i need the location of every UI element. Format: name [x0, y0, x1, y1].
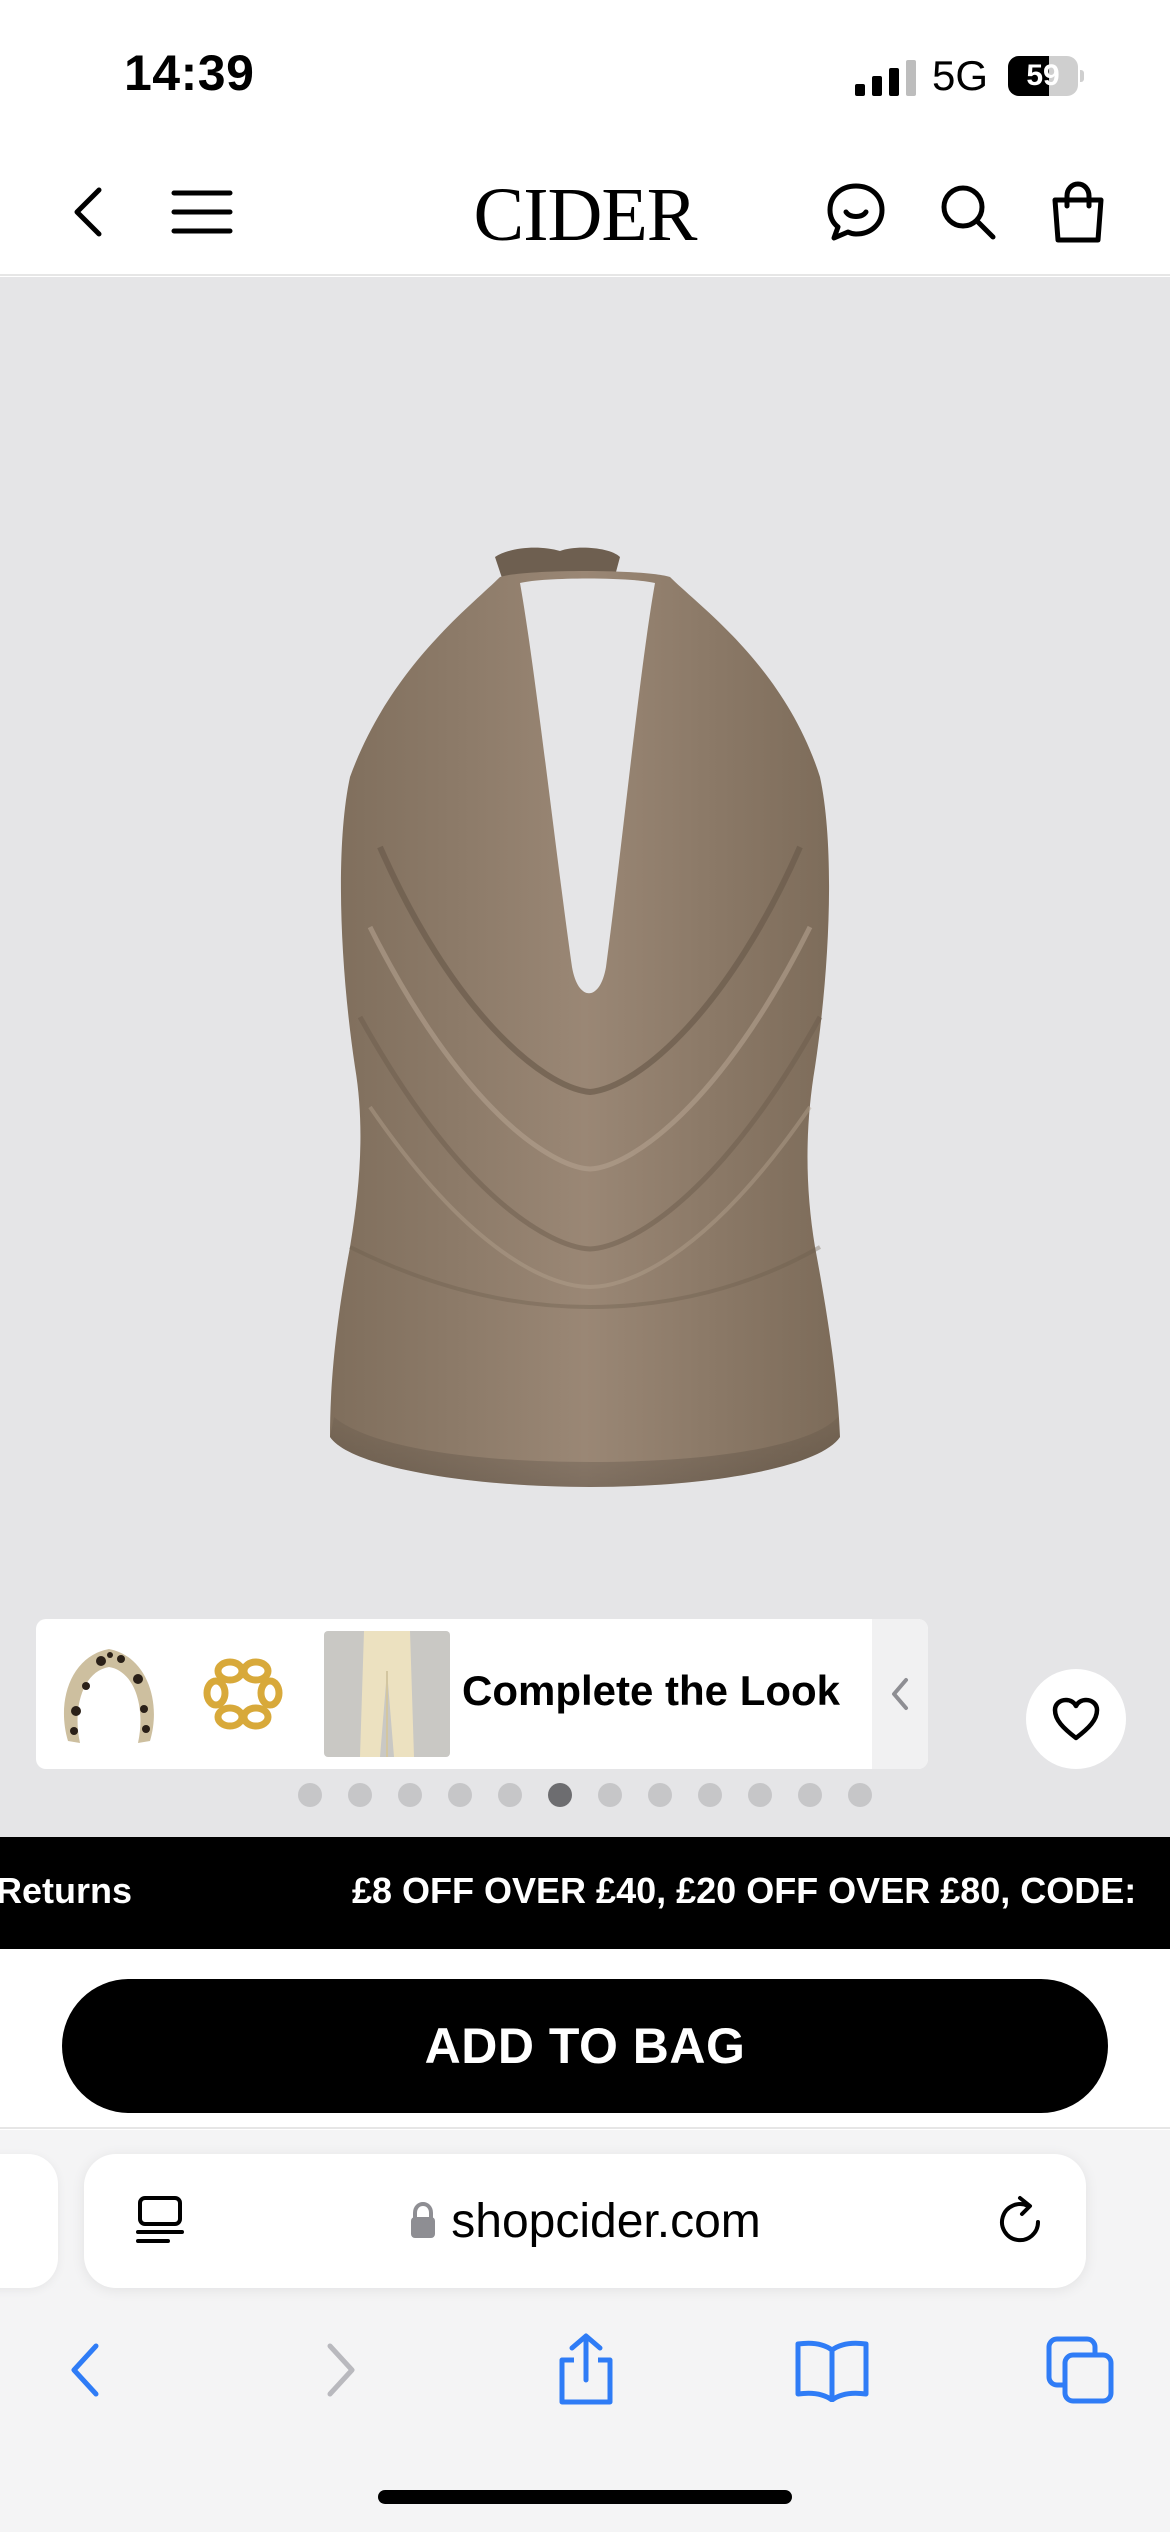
- signal-icon: [855, 60, 916, 96]
- carousel-dot[interactable]: [498, 1783, 522, 1807]
- brand-text[interactable]: CIDER: [474, 173, 698, 257]
- forward-icon[interactable]: [290, 2320, 390, 2420]
- back-icon[interactable]: [36, 2320, 136, 2420]
- complete-the-look-title: Complete the Look: [462, 1667, 841, 1714]
- thumbnail-headband[interactable]: [46, 1631, 172, 1757]
- carousel-dot[interactable]: [598, 1783, 622, 1807]
- url-text[interactable]: shopcider.com: [451, 2194, 761, 2249]
- page-menu-icon[interactable]: [132, 2192, 188, 2248]
- collapse-arrow-icon[interactable]: [872, 1619, 928, 1769]
- promo-text-discount: £8 OFF OVER £40, £20 OFF OVER £80, CODE:: [352, 1870, 1137, 1911]
- add-to-bag-button[interactable]: ADD TO BAG: [62, 1979, 1108, 2113]
- carousel-dot[interactable]: [398, 1783, 422, 1807]
- add-to-bag-area: ADD TO BAG: [0, 1949, 1170, 2129]
- carousel-dot[interactable]: [748, 1783, 772, 1807]
- carousel-dot[interactable]: [848, 1783, 872, 1807]
- carousel-dot[interactable]: [448, 1783, 472, 1807]
- network-label: 5G: [932, 52, 989, 99]
- carousel-dot[interactable]: [698, 1783, 722, 1807]
- carousel-dot[interactable]: [348, 1783, 372, 1807]
- status-bar: 14:39 5G 59: [0, 0, 1170, 150]
- promo-text-returns: Returns: [0, 1870, 133, 1911]
- status-time: 14:39: [124, 45, 255, 101]
- battery-level: 59: [1026, 59, 1060, 92]
- site-header: CIDER: [0, 150, 1170, 276]
- share-icon[interactable]: [536, 2320, 636, 2420]
- promo-banner[interactable]: Returns £8 OFF OVER £40, £20 OFF OVER £8…: [0, 1837, 1170, 1949]
- carousel-dots[interactable]: [0, 1783, 1170, 1813]
- carousel-dot[interactable]: [798, 1783, 822, 1807]
- search-icon[interactable]: [930, 174, 1006, 250]
- product-gallery[interactable]: Complete the Look: [0, 277, 1170, 1837]
- menu-icon[interactable]: [164, 174, 240, 250]
- reload-icon[interactable]: [990, 2192, 1050, 2252]
- lock-icon: [411, 2202, 436, 2238]
- complete-the-look-card[interactable]: Complete the Look: [36, 1619, 928, 1769]
- shopping-bag-icon[interactable]: [1040, 174, 1116, 250]
- browser-bottom-bar: shopcider.com: [0, 2130, 1170, 2532]
- carousel-dot[interactable]: [648, 1783, 672, 1807]
- previous-tab-preview[interactable]: [0, 2154, 58, 2288]
- battery-icon: 59: [1008, 56, 1084, 96]
- bookmarks-icon[interactable]: [782, 2320, 882, 2420]
- carousel-dot[interactable]: [548, 1783, 572, 1807]
- tabs-icon[interactable]: [1030, 2320, 1130, 2420]
- carousel-dot[interactable]: [298, 1783, 322, 1807]
- wishlist-button[interactable]: [1026, 1669, 1126, 1769]
- thumbnail-trousers[interactable]: [324, 1631, 450, 1757]
- back-icon[interactable]: [52, 174, 128, 250]
- chat-icon[interactable]: [818, 174, 894, 250]
- thumbnail-bracelet[interactable]: [182, 1631, 308, 1757]
- heart-icon: [1052, 1697, 1100, 1741]
- product-image[interactable]: [310, 547, 870, 1547]
- address-bar[interactable]: shopcider.com: [84, 2154, 1086, 2288]
- home-indicator[interactable]: [378, 2490, 792, 2504]
